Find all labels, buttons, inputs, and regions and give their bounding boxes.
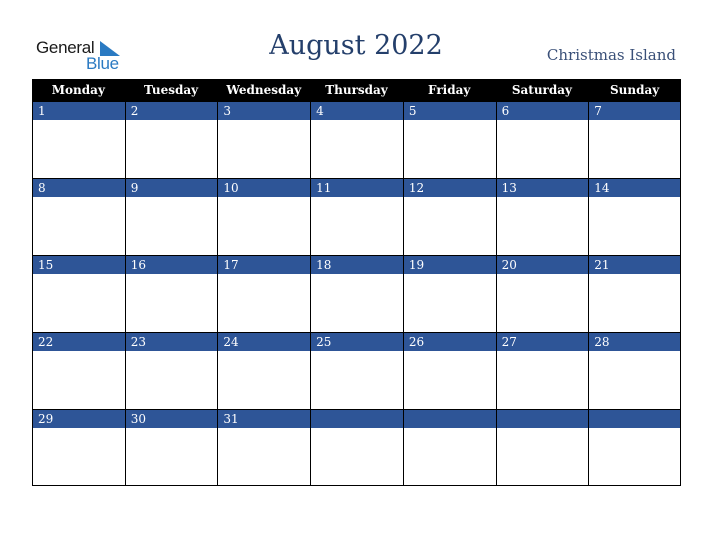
day-cell[interactable]: 26	[402, 332, 496, 409]
day-number: 25	[311, 332, 403, 351]
day-cell[interactable]: 15	[32, 255, 125, 332]
day-number: 16	[125, 255, 218, 274]
day-cell[interactable]: 16	[124, 255, 218, 332]
day-number: 1	[33, 101, 125, 120]
day-number	[496, 409, 589, 428]
day-cell[interactable]: 9	[124, 178, 218, 255]
day-number: 13	[496, 178, 589, 197]
weekday-thursday: Thursday	[325, 83, 388, 97]
region-label: Christmas Island	[546, 46, 676, 64]
day-cell[interactable]	[495, 409, 589, 486]
day-number	[403, 409, 496, 428]
day-number: 14	[589, 178, 680, 197]
day-number: 20	[496, 255, 589, 274]
day-cell[interactable]: 6	[495, 101, 589, 178]
day-cell[interactable]: 8	[32, 178, 125, 255]
day-cell[interactable]: 23	[124, 332, 218, 409]
day-cell[interactable]: 31	[217, 409, 311, 486]
week-row: 22 23 24 25 26 27 28	[32, 332, 681, 409]
day-cell[interactable]: 14	[588, 178, 681, 255]
day-number: 28	[589, 332, 680, 351]
day-cell[interactable]: 10	[217, 178, 311, 255]
weekday-friday: Friday	[428, 83, 471, 97]
day-number: 24	[218, 332, 311, 351]
day-number: 29	[33, 409, 125, 428]
day-cell[interactable]: 28	[588, 332, 681, 409]
day-number: 3	[218, 101, 311, 120]
day-number: 5	[403, 101, 496, 120]
day-cell[interactable]: 29	[32, 409, 125, 486]
day-number: 22	[33, 332, 125, 351]
day-cell[interactable]	[588, 409, 681, 486]
day-number: 6	[496, 101, 589, 120]
day-cell[interactable]: 3	[217, 101, 311, 178]
day-number: 11	[311, 178, 403, 197]
day-number: 7	[589, 101, 680, 120]
day-number: 4	[311, 101, 403, 120]
day-number: 18	[311, 255, 403, 274]
day-number: 8	[33, 178, 125, 197]
day-number: 21	[589, 255, 680, 274]
week-row: 8 9 10 11 12 13 14	[32, 178, 681, 255]
day-cell[interactable]: 12	[402, 178, 496, 255]
day-cell[interactable]: 4	[310, 101, 403, 178]
day-cell[interactable]	[402, 409, 496, 486]
day-number: 30	[125, 409, 218, 428]
week-row: 15 16 17 18 19 20 21	[32, 255, 681, 332]
day-cell[interactable]: 18	[310, 255, 403, 332]
day-number: 23	[125, 332, 218, 351]
day-number: 26	[403, 332, 496, 351]
day-cell[interactable]: 7	[588, 101, 681, 178]
week-row: 1234567	[32, 101, 681, 178]
day-cell[interactable]: 25	[310, 332, 403, 409]
day-cell[interactable]: 2	[124, 101, 218, 178]
day-number: 15	[33, 255, 125, 274]
day-number: 12	[403, 178, 496, 197]
day-number: 17	[218, 255, 311, 274]
day-cell[interactable]: 11	[310, 178, 403, 255]
weekday-monday: Monday	[51, 83, 105, 97]
day-cell[interactable]	[310, 409, 403, 486]
day-number: 27	[496, 332, 589, 351]
day-cell[interactable]: 19	[402, 255, 496, 332]
day-number	[589, 409, 680, 428]
day-cell[interactable]: 5	[402, 101, 496, 178]
weekday-header-row: Monday Tuesday Wednesday Thursday Friday…	[32, 79, 681, 101]
day-cell[interactable]: 1	[32, 101, 125, 178]
day-number	[311, 409, 403, 428]
day-number: 2	[125, 101, 218, 120]
week-row: 29 30 31	[32, 409, 681, 486]
day-cell[interactable]: 24	[217, 332, 311, 409]
weekday-wednesday: Wednesday	[226, 83, 302, 97]
day-cell[interactable]: 21	[588, 255, 681, 332]
day-cell[interactable]: 20	[495, 255, 589, 332]
day-cell[interactable]: 30	[124, 409, 218, 486]
day-number: 31	[218, 409, 311, 428]
day-cell[interactable]: 22	[32, 332, 125, 409]
day-number: 10	[218, 178, 311, 197]
day-cell[interactable]: 13	[495, 178, 589, 255]
day-number: 19	[403, 255, 496, 274]
weekday-tuesday: Tuesday	[144, 83, 199, 97]
day-cell[interactable]: 17	[217, 255, 311, 332]
calendar-grid: Monday Tuesday Wednesday Thursday Friday…	[32, 79, 681, 486]
weekday-saturday: Saturday	[511, 83, 572, 97]
day-number: 9	[125, 178, 218, 197]
day-cell[interactable]: 27	[495, 332, 589, 409]
weekday-sunday: Sunday	[610, 83, 660, 97]
